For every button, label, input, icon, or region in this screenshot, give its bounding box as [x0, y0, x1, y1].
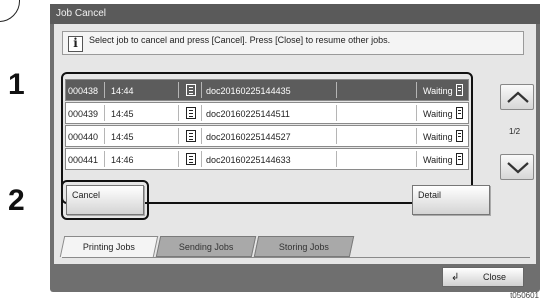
- tab-label: Sending Jobs: [178, 242, 234, 252]
- window-title: Job Cancel: [50, 4, 540, 24]
- column-divider: [336, 128, 337, 144]
- job-time: 14:45: [111, 132, 134, 142]
- tab-strip-divider: [62, 257, 530, 258]
- scroll-up-button[interactable]: [500, 84, 534, 110]
- instruction-message: i Select job to cancel and press [Cancel…: [62, 31, 524, 55]
- return-arrow-icon: ↲: [451, 272, 460, 283]
- info-icon: i: [68, 36, 83, 52]
- job-status: Waiting: [423, 132, 453, 142]
- column-divider: [104, 105, 105, 121]
- job-row[interactable]: 000440 14:45 doc20160225144527 Waiting: [65, 125, 469, 147]
- scroll-down-button[interactable]: [500, 154, 534, 180]
- document-icon: [186, 84, 196, 98]
- tab-printing-jobs[interactable]: Printing Jobs: [59, 236, 159, 257]
- column-divider: [178, 128, 179, 144]
- job-status: Waiting: [423, 155, 453, 165]
- status-icon: [456, 153, 463, 167]
- detail-button[interactable]: Detail: [412, 185, 490, 215]
- column-divider: [178, 82, 179, 98]
- tab-storing-jobs[interactable]: Storing Jobs: [253, 236, 355, 257]
- column-divider: [178, 151, 179, 167]
- job-id: 000440: [68, 132, 99, 142]
- document-icon: [186, 130, 196, 144]
- edge-circle-marker: [0, 0, 20, 22]
- document-icon: [186, 153, 196, 167]
- chevron-up-icon: [507, 91, 529, 103]
- job-status: Waiting: [423, 109, 453, 119]
- job-name: doc20160225144511: [206, 109, 290, 119]
- column-divider: [201, 105, 202, 121]
- job-status: Waiting: [423, 86, 453, 96]
- callout-number-2: 2: [8, 184, 25, 217]
- job-cancel-screen: Job Cancel i Select job to cancel and pr…: [50, 4, 540, 292]
- instruction-text: Select job to cancel and press [Cancel].…: [89, 35, 391, 45]
- job-id: 000439: [68, 109, 99, 119]
- column-divider: [104, 128, 105, 144]
- job-row[interactable]: 000438 14:44 doc20160225144435 Waiting: [65, 79, 469, 101]
- column-divider: [416, 82, 417, 98]
- chevron-down-icon: [507, 162, 529, 174]
- status-icon: [456, 107, 463, 121]
- column-divider: [416, 151, 417, 167]
- column-divider: [178, 105, 179, 121]
- job-id: 000438: [68, 86, 99, 96]
- tab-sending-jobs[interactable]: Sending Jobs: [155, 236, 257, 257]
- job-row[interactable]: 000441 14:46 doc20160225144633 Waiting: [65, 148, 469, 170]
- job-row[interactable]: 000439 14:45 doc20160225144511 Waiting: [65, 102, 469, 124]
- column-divider: [201, 128, 202, 144]
- column-divider: [104, 151, 105, 167]
- status-icon: [456, 130, 463, 144]
- figure-code: t050601: [510, 291, 539, 300]
- cancel-button[interactable]: Cancel: [66, 185, 144, 215]
- column-divider: [336, 82, 337, 98]
- job-time: 14:45: [111, 109, 134, 119]
- column-divider: [201, 82, 202, 98]
- close-button-label: Close: [483, 272, 507, 282]
- job-time: 14:44: [111, 86, 134, 96]
- main-panel: i Select job to cancel and press [Cancel…: [54, 24, 536, 264]
- job-time: 14:46: [111, 155, 134, 165]
- page-indicator: 1/2: [509, 127, 521, 136]
- job-name: doc20160225144527: [206, 132, 291, 142]
- column-divider: [336, 151, 337, 167]
- close-button[interactable]: ↲ Close: [442, 267, 524, 287]
- job-name: doc20160225144435: [206, 86, 291, 96]
- tab-label: Storing Jobs: [278, 242, 329, 252]
- job-name: doc20160225144633: [206, 155, 291, 165]
- column-divider: [201, 151, 202, 167]
- status-icon: [456, 84, 463, 98]
- tab-label: Printing Jobs: [82, 242, 135, 252]
- column-divider: [416, 128, 417, 144]
- column-divider: [416, 105, 417, 121]
- job-id: 000441: [68, 155, 99, 165]
- callout-number-1: 1: [8, 68, 25, 101]
- column-divider: [336, 105, 337, 121]
- column-divider: [104, 82, 105, 98]
- document-icon: [186, 107, 196, 121]
